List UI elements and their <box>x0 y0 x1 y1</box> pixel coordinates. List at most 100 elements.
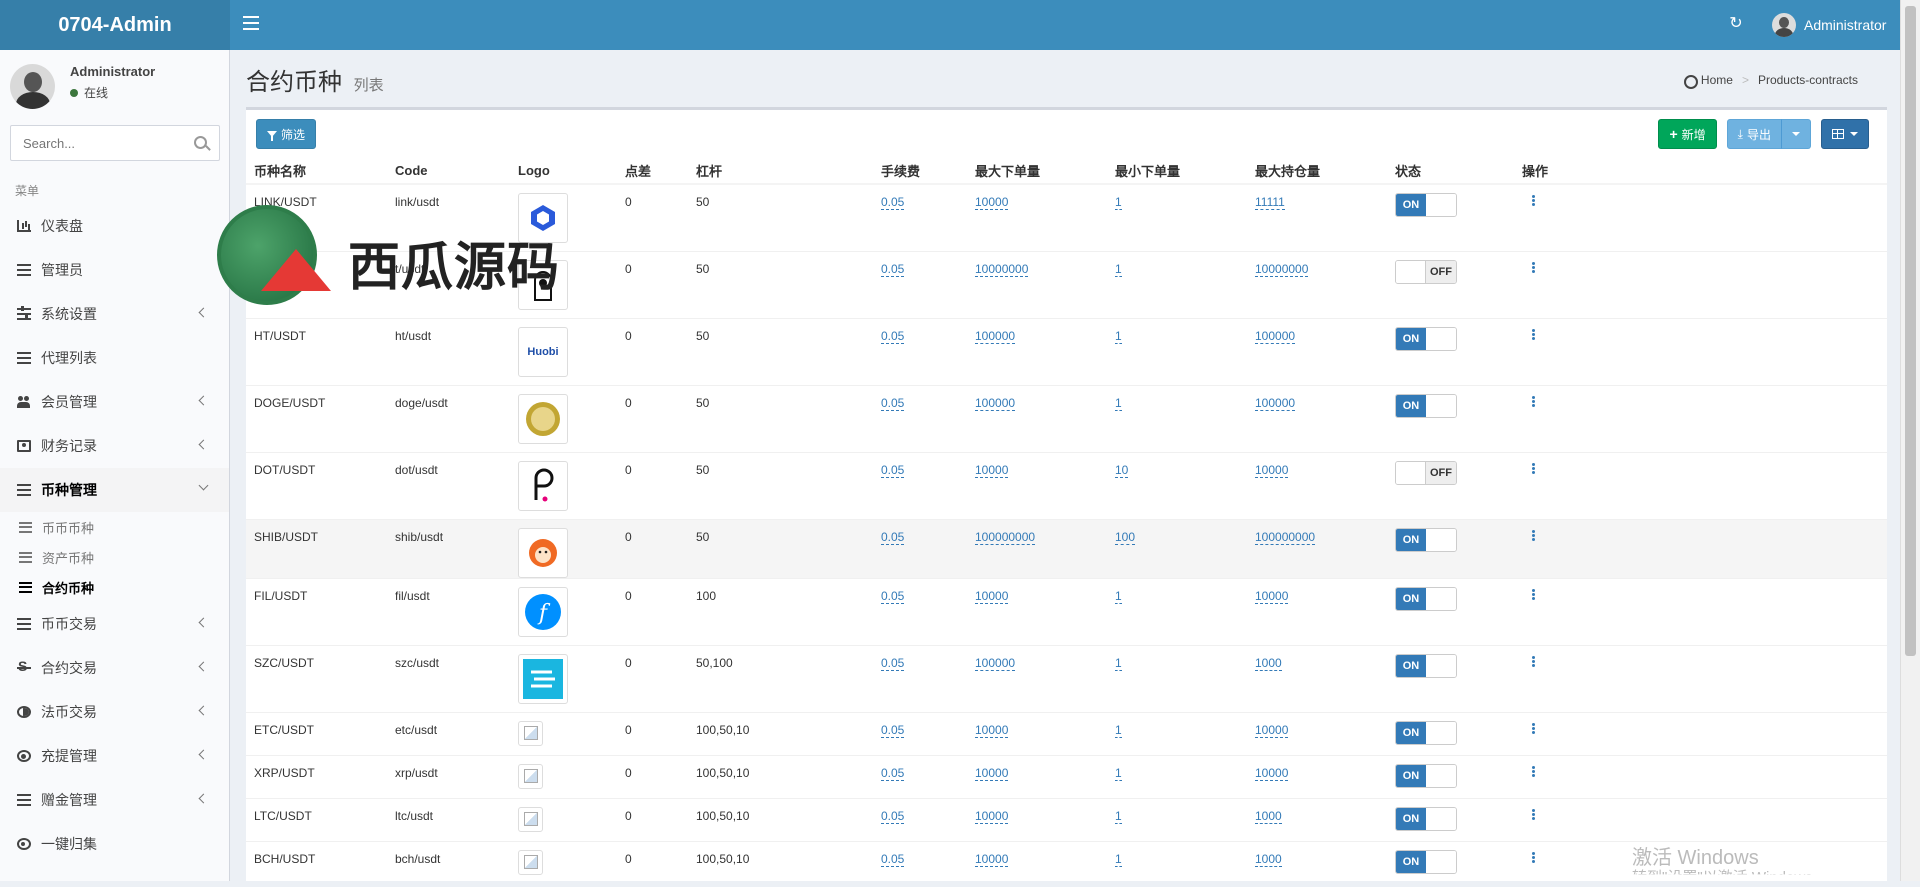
min-order-editable[interactable]: 1 <box>1115 195 1122 210</box>
max-position-editable[interactable]: 100000 <box>1255 395 1296 411</box>
status-toggle[interactable]: ON <box>1395 527 1457 552</box>
fee-editable[interactable]: 0.05 <box>881 851 905 867</box>
max-position-editable[interactable]: 10000 <box>1255 722 1289 738</box>
refresh-icon[interactable]: ↻ <box>1727 15 1745 33</box>
fee-editable[interactable]: 0.05 <box>881 261 905 277</box>
more-actions-icon[interactable] <box>1532 195 1535 198</box>
fee-editable[interactable]: 0.05 <box>881 195 905 210</box>
max-position-editable[interactable]: 10000000 <box>1255 261 1309 277</box>
submenu-item-contract-currencies[interactable]: 合约币种 <box>0 572 229 602</box>
status-toggle[interactable]: ON <box>1395 806 1457 831</box>
status-toggle[interactable]: ON <box>1395 393 1457 418</box>
max-position-editable[interactable]: 10000 <box>1255 588 1289 604</box>
max-order-editable[interactable]: 10000 <box>975 765 1009 781</box>
sidebar-item-currencies[interactable]: 币种管理 <box>0 468 229 512</box>
min-order-editable[interactable]: 100 <box>1115 529 1136 545</box>
fee-editable[interactable]: 0.05 <box>881 588 905 604</box>
more-actions-icon[interactable] <box>1532 808 1535 812</box>
max-position-editable[interactable]: 1000 <box>1255 808 1282 824</box>
min-order-editable[interactable]: 1 <box>1115 395 1122 411</box>
status-toggle[interactable]: ON <box>1395 326 1457 351</box>
max-order-editable[interactable]: 10000 <box>975 851 1009 867</box>
sidebar-item-spot-trading[interactable]: 币币交易 <box>0 602 229 646</box>
sidebar-toggle-icon[interactable] <box>243 16 259 30</box>
sidebar-item-contract-trading[interactable]: 合约交易 <box>0 646 229 690</box>
fee-editable[interactable]: 0.05 <box>881 395 905 411</box>
sidebar-item-members[interactable]: 会员管理 <box>0 380 229 424</box>
status-toggle[interactable]: OFF <box>1395 460 1457 485</box>
max-position-editable[interactable]: 10000 <box>1255 765 1289 781</box>
sidebar-item-settings[interactable]: 系统设置 <box>0 292 229 336</box>
max-position-editable[interactable]: 11111 <box>1255 195 1285 210</box>
submenu-item-asset-currencies[interactable]: 资产币种 <box>0 542 229 572</box>
min-order-editable[interactable]: 1 <box>1115 765 1122 781</box>
more-actions-icon[interactable] <box>1532 655 1535 659</box>
export-dropdown-button[interactable] <box>1781 119 1811 149</box>
breadcrumb-home[interactable]: Home <box>1701 73 1733 87</box>
sidebar-item-deposit-withdraw[interactable]: 充提管理 <box>0 734 229 778</box>
add-button[interactable]: + 新增 <box>1658 119 1717 149</box>
max-order-editable[interactable]: 100000 <box>975 395 1016 411</box>
more-actions-icon[interactable] <box>1532 529 1535 533</box>
min-order-editable[interactable]: 1 <box>1115 722 1122 738</box>
max-order-editable[interactable]: 100000 <box>975 655 1016 671</box>
max-position-editable[interactable]: 10000 <box>1255 462 1289 478</box>
max-order-editable[interactable]: 10000 <box>975 462 1009 478</box>
more-actions-icon[interactable] <box>1532 588 1535 592</box>
min-order-editable[interactable]: 1 <box>1115 261 1122 277</box>
more-actions-icon[interactable] <box>1532 261 1535 265</box>
columns-button[interactable] <box>1821 119 1869 149</box>
min-order-editable[interactable]: 1 <box>1115 851 1122 867</box>
submenu-item-spot-currencies[interactable]: 币币币种 <box>0 512 229 542</box>
max-order-editable[interactable]: 100000 <box>975 328 1016 344</box>
sidebar-item-dashboard[interactable]: 仪表盘 <box>0 204 229 248</box>
status-toggle[interactable]: ON <box>1395 653 1457 678</box>
max-order-editable[interactable]: 10000000 <box>975 261 1029 277</box>
max-position-editable[interactable]: 1000 <box>1255 655 1282 671</box>
fee-editable[interactable]: 0.05 <box>881 328 905 344</box>
column-header[interactable]: 点差 <box>617 157 688 185</box>
fee-editable[interactable]: 0.05 <box>881 722 905 738</box>
max-order-editable[interactable]: 10000 <box>975 588 1009 604</box>
sidebar-item-fiat-trading[interactable]: 法币交易 <box>0 690 229 734</box>
fee-editable[interactable]: 0.05 <box>881 765 905 781</box>
column-header[interactable]: Code <box>387 157 510 185</box>
status-toggle[interactable]: ON <box>1395 763 1457 788</box>
column-header[interactable]: 最小下单量 <box>1107 157 1247 185</box>
more-actions-icon[interactable] <box>1532 462 1535 466</box>
column-header[interactable]: 最大持仓量 <box>1247 157 1387 185</box>
more-actions-icon[interactable] <box>1532 851 1535 855</box>
max-position-editable[interactable]: 100000000 <box>1255 529 1316 545</box>
status-toggle[interactable]: ON <box>1395 193 1457 217</box>
max-order-editable[interactable]: 10000 <box>975 722 1009 738</box>
column-header[interactable]: 状态 <box>1387 157 1514 185</box>
status-toggle[interactable]: OFF <box>1395 259 1457 284</box>
scrollbar-thumb[interactable] <box>1905 6 1916 656</box>
column-header[interactable]: 币种名称 <box>246 157 387 185</box>
status-toggle[interactable]: ON <box>1395 720 1457 745</box>
more-actions-icon[interactable] <box>1532 395 1535 399</box>
more-actions-icon[interactable] <box>1532 328 1535 332</box>
column-header[interactable]: 手续费 <box>873 157 967 185</box>
more-actions-icon[interactable] <box>1532 765 1535 769</box>
fee-editable[interactable]: 0.05 <box>881 808 905 824</box>
min-order-editable[interactable]: 1 <box>1115 588 1122 604</box>
fee-editable[interactable]: 0.05 <box>881 529 905 545</box>
column-header[interactable]: 杠杆 <box>688 157 873 185</box>
vertical-scrollbar[interactable] <box>1900 0 1920 881</box>
max-order-editable[interactable]: 10000 <box>975 808 1009 824</box>
more-actions-icon[interactable] <box>1532 722 1535 726</box>
sidebar-item-collect[interactable]: 一键归集 <box>0 822 229 866</box>
max-order-editable[interactable]: 100000000 <box>975 529 1036 545</box>
column-header[interactable]: Logo <box>510 157 617 185</box>
user-menu[interactable]: Administrator <box>1772 12 1886 38</box>
min-order-editable[interactable]: 1 <box>1115 655 1122 671</box>
export-button[interactable]: ⤓ 导出 <box>1726 119 1782 149</box>
sidebar-item-agents[interactable]: 代理列表 <box>0 336 229 380</box>
status-toggle[interactable]: ON <box>1395 849 1457 874</box>
min-order-editable[interactable]: 10 <box>1115 462 1129 478</box>
column-header[interactable]: 最大下单量 <box>967 157 1107 185</box>
sidebar-item-admins[interactable]: 管理员 <box>0 248 229 292</box>
max-position-editable[interactable]: 100000 <box>1255 328 1296 344</box>
search-icon[interactable] <box>194 136 207 149</box>
